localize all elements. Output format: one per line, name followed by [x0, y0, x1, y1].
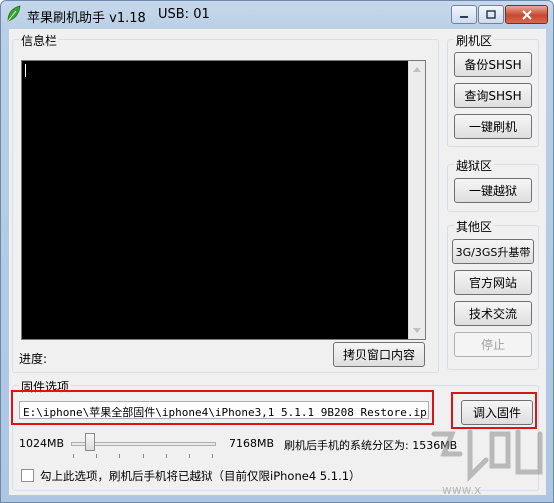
- tech-exchange-button[interactable]: 技术交流: [454, 301, 532, 326]
- watermark-logo: www.x: [422, 420, 552, 502]
- leaf-logo-icon: [6, 5, 22, 23]
- scroll-up-arrow-icon[interactable]: [409, 61, 425, 78]
- backup-shsh-button[interactable]: 备份SHSH: [454, 52, 532, 77]
- path-highlight-frame: [11, 390, 434, 425]
- copy-window-button[interactable]: 拷贝窗口内容: [333, 342, 425, 367]
- other-panel: 其他区 3G/3GS升基带 官方网站 技术交流 停止: [447, 218, 539, 370]
- progress-label: 进度:: [19, 352, 48, 366]
- other-panel-title: 其他区: [454, 218, 495, 235]
- slider-min-label: 1024MB: [19, 437, 65, 450]
- query-shsh-button[interactable]: 查询SHSH: [454, 83, 532, 108]
- partition-slider-thumb[interactable]: [84, 433, 95, 451]
- window-controls: [450, 5, 548, 25]
- title-bar[interactable]: 苹果刷机助手 v1.18 USB: 01: [1, 1, 553, 29]
- one-click-flash-button[interactable]: 一键刷机: [454, 114, 532, 139]
- app-window: 苹果刷机助手 v1.18 USB: 01 信息栏 进度: 拷贝窗口内容 刷机区 …: [0, 0, 554, 503]
- jailbreak-panel-title: 越狱区: [454, 157, 495, 174]
- usb-status: USB: 01: [158, 7, 210, 22]
- slider-tick: [166, 454, 167, 458]
- svg-text:www.x: www.x: [442, 483, 481, 497]
- text-caret: [25, 64, 26, 77]
- stop-button[interactable]: 停止: [454, 332, 532, 357]
- info-panel: 信息栏 进度: 拷贝窗口内容: [12, 32, 439, 373]
- info-panel-title: 信息栏: [19, 32, 60, 49]
- maximize-icon: [486, 10, 496, 19]
- slider-tick: [212, 454, 213, 458]
- log-scrollbar[interactable]: [408, 61, 425, 339]
- flash-panel: 刷机区 备份SHSH 查询SHSH 一键刷机: [447, 32, 539, 147]
- slider-tick: [143, 454, 144, 458]
- slider-tick: [189, 454, 190, 458]
- jailbreak-option-label[interactable]: 勾上此选项，刷机后手机将已越狱（目前仅限iPhone4 5.1.1）: [40, 468, 361, 484]
- slider-max-label: 7168MB: [229, 437, 275, 450]
- slider-ticks: [73, 454, 213, 458]
- close-icon: [521, 9, 532, 20]
- maximize-button[interactable]: [478, 5, 504, 24]
- minimize-icon: [460, 15, 468, 18]
- one-click-jailbreak-button[interactable]: 一键越狱: [454, 178, 532, 203]
- minimize-button[interactable]: [451, 5, 477, 24]
- scroll-down-arrow-icon[interactable]: [409, 322, 425, 339]
- slider-tick: [73, 454, 74, 458]
- window-title: 苹果刷机助手 v1.18: [27, 11, 146, 26]
- close-button[interactable]: [505, 5, 548, 24]
- baseband-upgrade-button[interactable]: 3G/3GS升基带: [452, 239, 534, 264]
- flash-panel-title: 刷机区: [454, 32, 495, 49]
- official-website-button[interactable]: 官方网站: [454, 270, 532, 295]
- log-console[interactable]: [21, 60, 426, 340]
- jailbreak-panel: 越狱区 一键越狱: [447, 157, 539, 212]
- jailbreak-option-checkbox[interactable]: [21, 469, 34, 482]
- slider-tick: [119, 454, 120, 458]
- slider-tick: [96, 454, 97, 458]
